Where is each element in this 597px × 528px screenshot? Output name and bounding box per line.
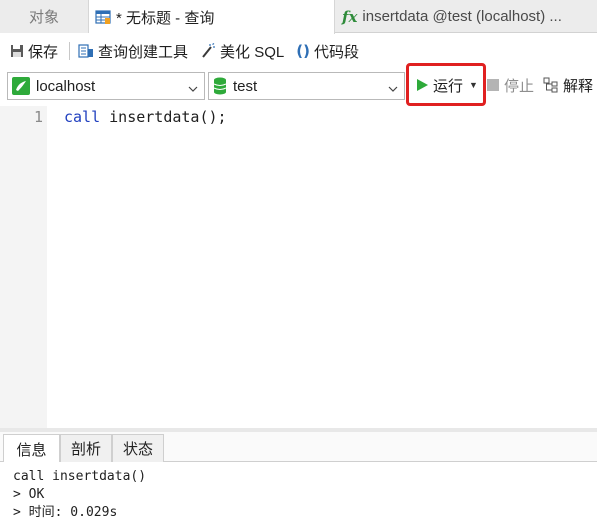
output-line: call insertdata(): [13, 469, 147, 484]
save-label: 保存: [28, 43, 59, 61]
save-icon: [10, 44, 24, 58]
tab-function-label: insertdata @test (localhost) ...: [362, 8, 562, 25]
tab-status[interactable]: 状态: [112, 434, 164, 462]
mysql-connection-icon: [12, 77, 30, 95]
beautify-sql-button[interactable]: 美化 SQL: [197, 38, 287, 64]
tab-objects[interactable]: 对象: [0, 0, 89, 33]
database-icon: [213, 77, 227, 95]
beautify-sql-label: 美化 SQL: [220, 43, 285, 61]
connection-value: localhost: [36, 77, 96, 95]
result-tab-bar: 信息 剖析 状态: [0, 432, 597, 463]
chevron-down-icon: [388, 81, 398, 98]
run-button[interactable]: 运行 ▼: [416, 72, 478, 98]
output-line: > OK: [13, 487, 45, 502]
explain-label: 解释: [563, 77, 594, 95]
query-builder-label: 查询创建工具: [98, 43, 189, 61]
tab-query-label: * 无标题 - 查询: [116, 9, 215, 27]
query-table-icon: [95, 9, 111, 25]
database-select[interactable]: test: [208, 72, 405, 100]
connection-select[interactable]: localhost: [7, 72, 205, 100]
tab-profile[interactable]: 剖析: [60, 434, 112, 462]
tab-function[interactable]: fx insertdata @test (localhost) ...: [336, 0, 597, 33]
tab-objects-label: 对象: [28, 9, 59, 26]
stop-icon: [487, 79, 499, 91]
line-number: 1: [33, 108, 43, 126]
explain-icon: [543, 77, 559, 93]
magic-wand-icon: [200, 43, 216, 59]
tab-profile-label: 剖析: [70, 441, 101, 458]
database-value: test: [233, 77, 258, 95]
stop-button[interactable]: 停止: [487, 72, 534, 98]
run-label: 运行: [433, 77, 464, 95]
tab-info-label: 信息: [16, 441, 47, 459]
function-icon: fx: [342, 7, 358, 26]
code-line[interactable]: call insertdata();: [64, 108, 227, 126]
query-builder-button[interactable]: 查询创建工具: [75, 38, 191, 64]
message-output: call insertdata() > OK > 时间: 0.029s: [0, 462, 597, 528]
query-toolbar: 保存 查询创建工具 美化 SQL () 代码段: [0, 34, 597, 68]
tab-query[interactable]: * 无标题 - 查询: [89, 0, 335, 34]
line-number-gutter: 1: [0, 106, 47, 428]
sql-editor[interactable]: 1 call insertdata();: [0, 106, 597, 428]
chevron-down-icon: [188, 81, 198, 98]
caret-down-icon[interactable]: ▼: [469, 80, 478, 90]
document-tab-bar: 对象 * 无标题 - 查询 fx insertdata @test (local…: [0, 0, 597, 34]
save-button[interactable]: 保存: [7, 38, 61, 64]
sql-statement: insertdata();: [100, 108, 227, 126]
code-snippet-button[interactable]: () 代码段: [293, 38, 362, 64]
braces-icon: (): [296, 42, 310, 60]
tab-status-label: 状态: [122, 441, 153, 458]
toolbar-divider: [69, 42, 71, 60]
play-icon: [416, 78, 429, 92]
explain-button[interactable]: 解释: [543, 72, 593, 98]
sql-keyword: call: [64, 108, 101, 126]
tab-info[interactable]: 信息: [3, 434, 60, 463]
stop-label: 停止: [504, 77, 535, 95]
code-snippet-label: 代码段: [313, 43, 359, 61]
query-builder-icon: [78, 43, 94, 59]
output-line: > 时间: 0.029s: [13, 505, 118, 520]
